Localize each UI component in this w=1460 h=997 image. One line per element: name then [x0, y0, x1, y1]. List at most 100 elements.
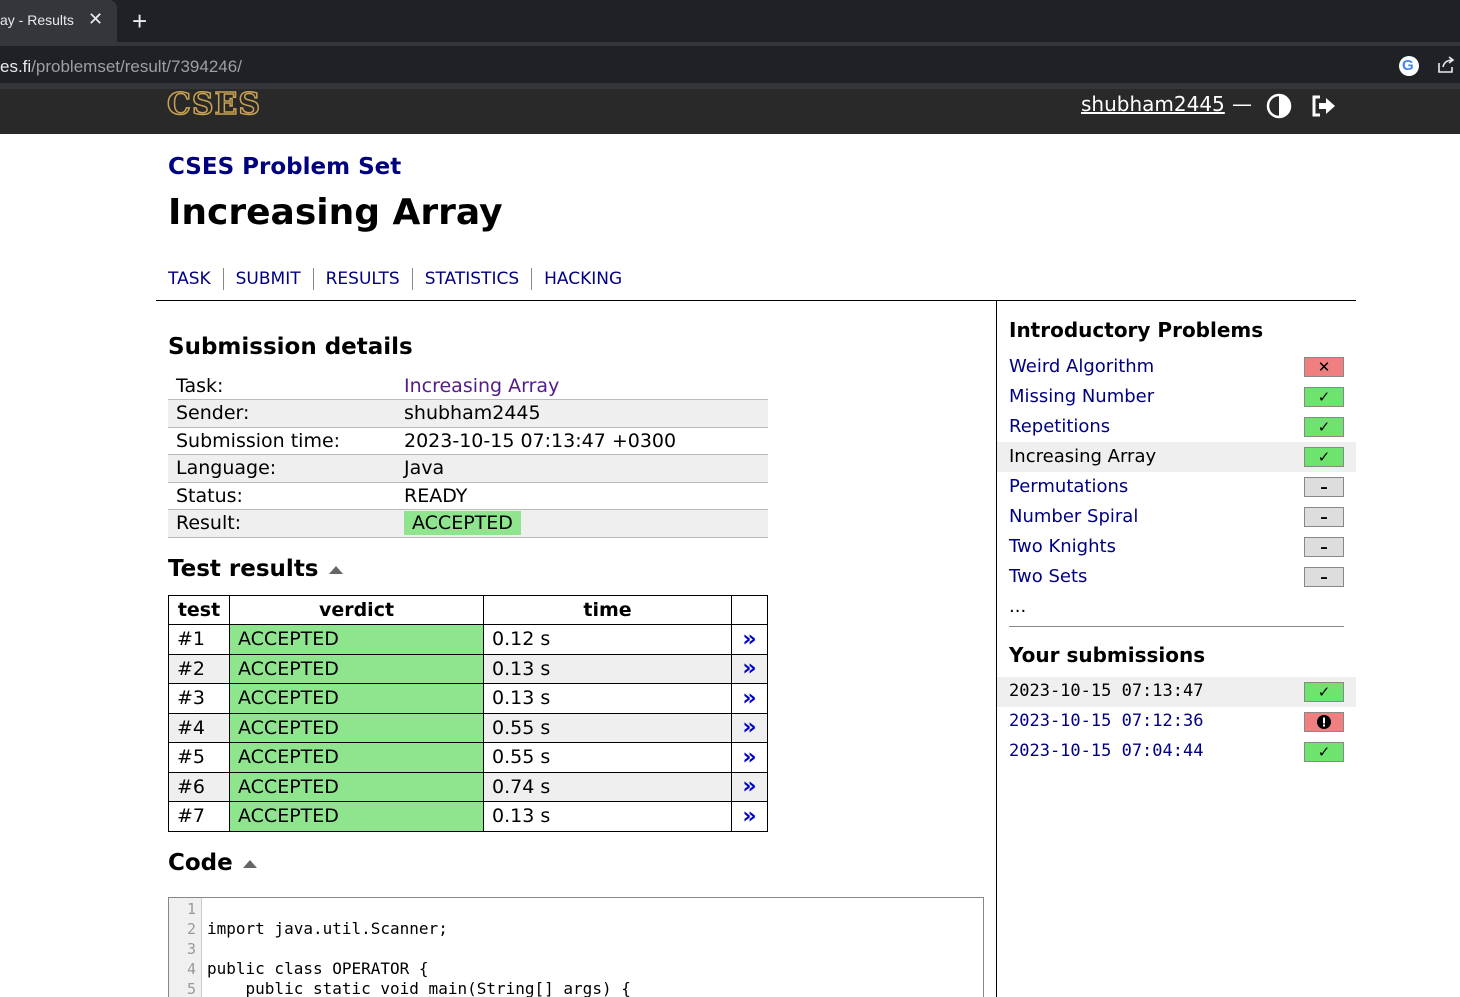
- test-results-table: test verdict time #1 ACCEPTED 0.12 s » #…: [168, 595, 768, 832]
- status-ok-icon: ✓: [1304, 387, 1344, 407]
- test-details-link[interactable]: »: [731, 712, 768, 743]
- test-time: 0.13 s: [483, 653, 732, 684]
- problem-item: Two Knights –: [997, 532, 1356, 562]
- task-link[interactable]: Increasing Array: [404, 375, 559, 397]
- status-error-icon: [1304, 712, 1344, 732]
- test-time: 0.13 s: [483, 683, 732, 714]
- code-heading[interactable]: Code: [168, 850, 257, 876]
- header-separator: —: [1232, 92, 1252, 116]
- status-none-icon: –: [1304, 507, 1344, 527]
- table-row: #4 ACCEPTED 0.55 s »: [168, 712, 768, 743]
- problem-item: Number Spiral –: [997, 502, 1356, 532]
- code-label: Code: [168, 850, 233, 876]
- problem-link[interactable]: Repetitions: [1009, 416, 1110, 437]
- detail-row: Language: Java: [168, 454, 768, 483]
- code-viewer[interactable]: 1 2 3 4 5 import java.util.Scanner; publ…: [168, 897, 984, 997]
- test-verdict: ACCEPTED: [229, 801, 484, 832]
- test-verdict: ACCEPTED: [229, 742, 484, 773]
- test-details-link[interactable]: »: [731, 742, 768, 773]
- task-nav: TASK SUBMIT RESULTS STATISTICS HACKING: [168, 268, 634, 290]
- problem-link[interactable]: Number Spiral: [1009, 506, 1138, 527]
- cses-logo[interactable]: CSES: [166, 89, 261, 121]
- table-row: #2 ACCEPTED 0.13 s »: [168, 653, 768, 684]
- test-verdict: ACCEPTED: [229, 653, 484, 684]
- test-details-link[interactable]: »: [731, 683, 768, 714]
- test-number: #6: [168, 771, 230, 802]
- line-number: 4: [186, 960, 196, 978]
- problem-link[interactable]: Permutations: [1009, 476, 1128, 497]
- test-details-link[interactable]: »: [731, 801, 768, 832]
- more-problems-link[interactable]: ...: [1009, 596, 1026, 617]
- site-header: CSES shubham2445 —: [0, 89, 1460, 134]
- divider: [156, 300, 1356, 301]
- collapse-arrow-icon[interactable]: [242, 859, 257, 868]
- test-results-label: Test results: [168, 556, 319, 582]
- detail-row: Sender: shubham2445: [168, 399, 768, 428]
- problem-link[interactable]: Weird Algorithm: [1009, 356, 1154, 377]
- column-header-test: test: [168, 595, 230, 625]
- submission-item-current: 2023-10-15 07:13:47 ✓: [997, 677, 1356, 707]
- table-row: #7 ACCEPTED 0.13 s »: [168, 801, 768, 832]
- breadcrumb[interactable]: CSES Problem Set: [168, 154, 401, 180]
- problem-link[interactable]: Two Sets: [1009, 566, 1087, 587]
- detail-row: Status: READY: [168, 482, 768, 510]
- google-icon[interactable]: G: [1399, 56, 1419, 76]
- test-number: #4: [168, 712, 230, 743]
- submission-details-table: Task: Increasing Array Sender: shubham24…: [168, 372, 768, 538]
- username-link[interactable]: shubham2445: [1081, 92, 1225, 116]
- submission-label: 2023-10-15 07:13:47: [1009, 681, 1204, 701]
- detail-key: Status:: [168, 482, 396, 510]
- problem-item-current: Increasing Array ✓: [997, 442, 1356, 472]
- theme-toggle-icon[interactable]: [1266, 93, 1292, 119]
- test-details-link[interactable]: »: [731, 771, 768, 802]
- test-verdict: ACCEPTED: [229, 683, 484, 714]
- test-details-link[interactable]: »: [731, 653, 768, 684]
- problem-item: Two Sets –: [997, 562, 1356, 592]
- detail-value: ACCEPTED: [396, 509, 768, 538]
- tab-submit[interactable]: SUBMIT: [222, 268, 313, 290]
- problem-link[interactable]: Two Knights: [1009, 536, 1116, 557]
- submission-item: 2023-10-15 07:12:36: [997, 707, 1356, 737]
- logout-icon[interactable]: [1310, 94, 1338, 118]
- line-number: 1: [186, 900, 196, 918]
- test-number: #3: [168, 683, 230, 714]
- tab-hacking[interactable]: HACKING: [531, 268, 634, 290]
- problem-item: Repetitions ✓: [997, 412, 1356, 442]
- tab-results[interactable]: RESULTS: [312, 268, 412, 290]
- page-title: Increasing Array: [168, 192, 503, 233]
- browser-tab[interactable]: ay - Results ✕: [0, 0, 117, 42]
- problem-link[interactable]: Missing Number: [1009, 386, 1154, 407]
- table-header-row: test verdict time: [168, 595, 768, 625]
- test-number: #5: [168, 742, 230, 773]
- status-none-icon: –: [1304, 477, 1344, 497]
- collapse-arrow-icon[interactable]: [328, 565, 343, 574]
- submission-link[interactable]: 2023-10-15 07:12:36: [1009, 711, 1203, 731]
- browser-tab-bar: ay - Results ✕ +: [0, 0, 1460, 42]
- status-ok-icon: ✓: [1304, 742, 1344, 762]
- test-details-link[interactable]: »: [731, 624, 768, 655]
- table-row: #1 ACCEPTED 0.12 s »: [168, 624, 768, 655]
- close-tab-icon[interactable]: ✕: [88, 9, 103, 30]
- code-line: public static void main(String[] args) {: [207, 979, 631, 997]
- submission-link[interactable]: 2023-10-15 07:04:44: [1009, 741, 1203, 761]
- share-icon[interactable]: [1436, 55, 1456, 75]
- result-badge: ACCEPTED: [404, 511, 521, 536]
- detail-key: Sender:: [168, 399, 396, 428]
- url-field[interactable]: es.fi/problemset/result/7394246/ G: [0, 46, 1460, 83]
- status-ok-icon: ✓: [1304, 447, 1344, 467]
- status-none-icon: –: [1304, 567, 1344, 587]
- test-verdict: ACCEPTED: [229, 712, 484, 743]
- tab-title: ay - Results: [0, 12, 74, 28]
- url-host: es.fi: [0, 57, 32, 76]
- detail-value: shubham2445: [396, 399, 768, 428]
- test-results-heading[interactable]: Test results: [168, 556, 343, 582]
- code-line: import java.util.Scanner;: [207, 919, 448, 938]
- problems-heading: Introductory Problems: [1009, 318, 1264, 342]
- tab-task[interactable]: TASK: [168, 268, 223, 290]
- detail-key: Language:: [168, 454, 396, 483]
- column-header-time: time: [483, 595, 732, 625]
- tab-statistics[interactable]: STATISTICS: [411, 268, 531, 290]
- new-tab-button[interactable]: +: [132, 6, 147, 37]
- url-path: /problemset/result/7394246/: [31, 57, 242, 76]
- test-verdict: ACCEPTED: [229, 771, 484, 802]
